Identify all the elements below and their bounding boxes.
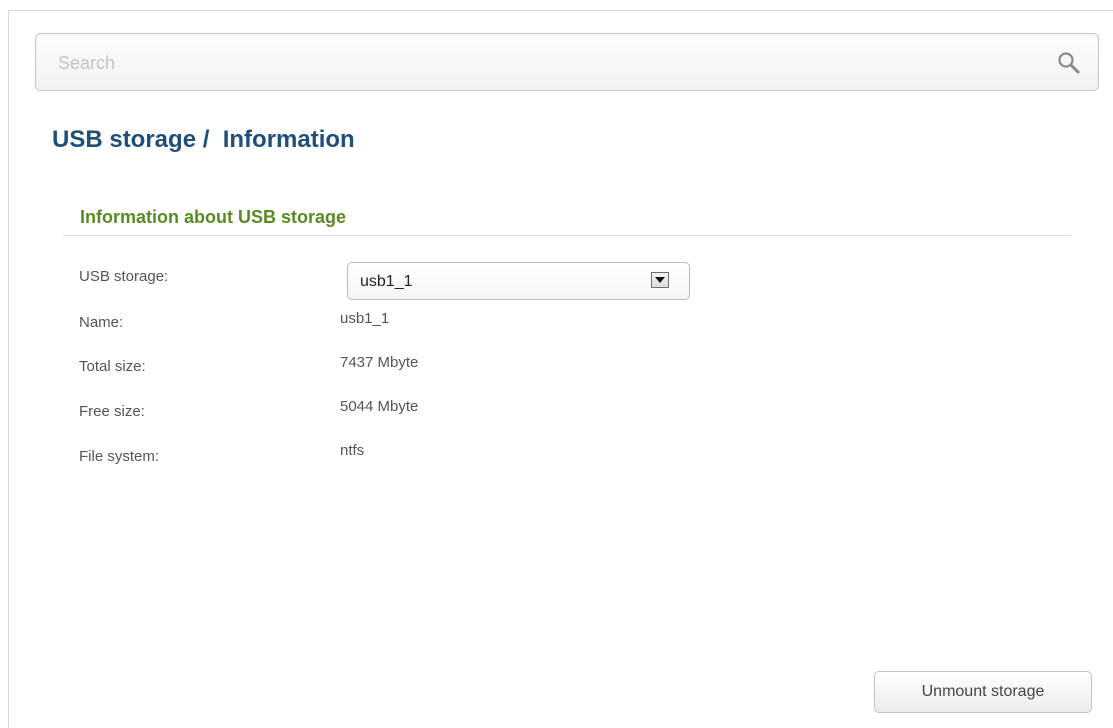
total-size-label: Total size: [79, 358, 146, 375]
unmount-storage-button[interactable]: Unmount storage [874, 671, 1092, 713]
name-label: Name: [79, 314, 124, 331]
total-size-value: 7437 Mbyte [340, 354, 419, 371]
search-icon[interactable] [1056, 50, 1082, 76]
free-size-label: Free size: [79, 403, 145, 420]
usb-storage-select[interactable]: usb1_1 [347, 262, 690, 300]
chevron-down-icon[interactable] [651, 272, 669, 288]
section-title: Information about USB storage [80, 207, 347, 227]
page-title: USB storage / Information [52, 126, 355, 153]
content-frame [8, 10, 1113, 728]
file-system-value: ntfs [340, 442, 365, 459]
usb-storage-label: USB storage: [79, 268, 169, 285]
search-box[interactable] [35, 33, 1099, 91]
usb-storage-select-value: usb1_1 [360, 273, 413, 290]
file-system-label: File system: [79, 448, 160, 465]
name-value: usb1_1 [340, 310, 390, 327]
section-divider [63, 235, 1071, 236]
free-size-value: 5044 Mbyte [340, 398, 419, 415]
search-input[interactable] [58, 49, 1018, 77]
